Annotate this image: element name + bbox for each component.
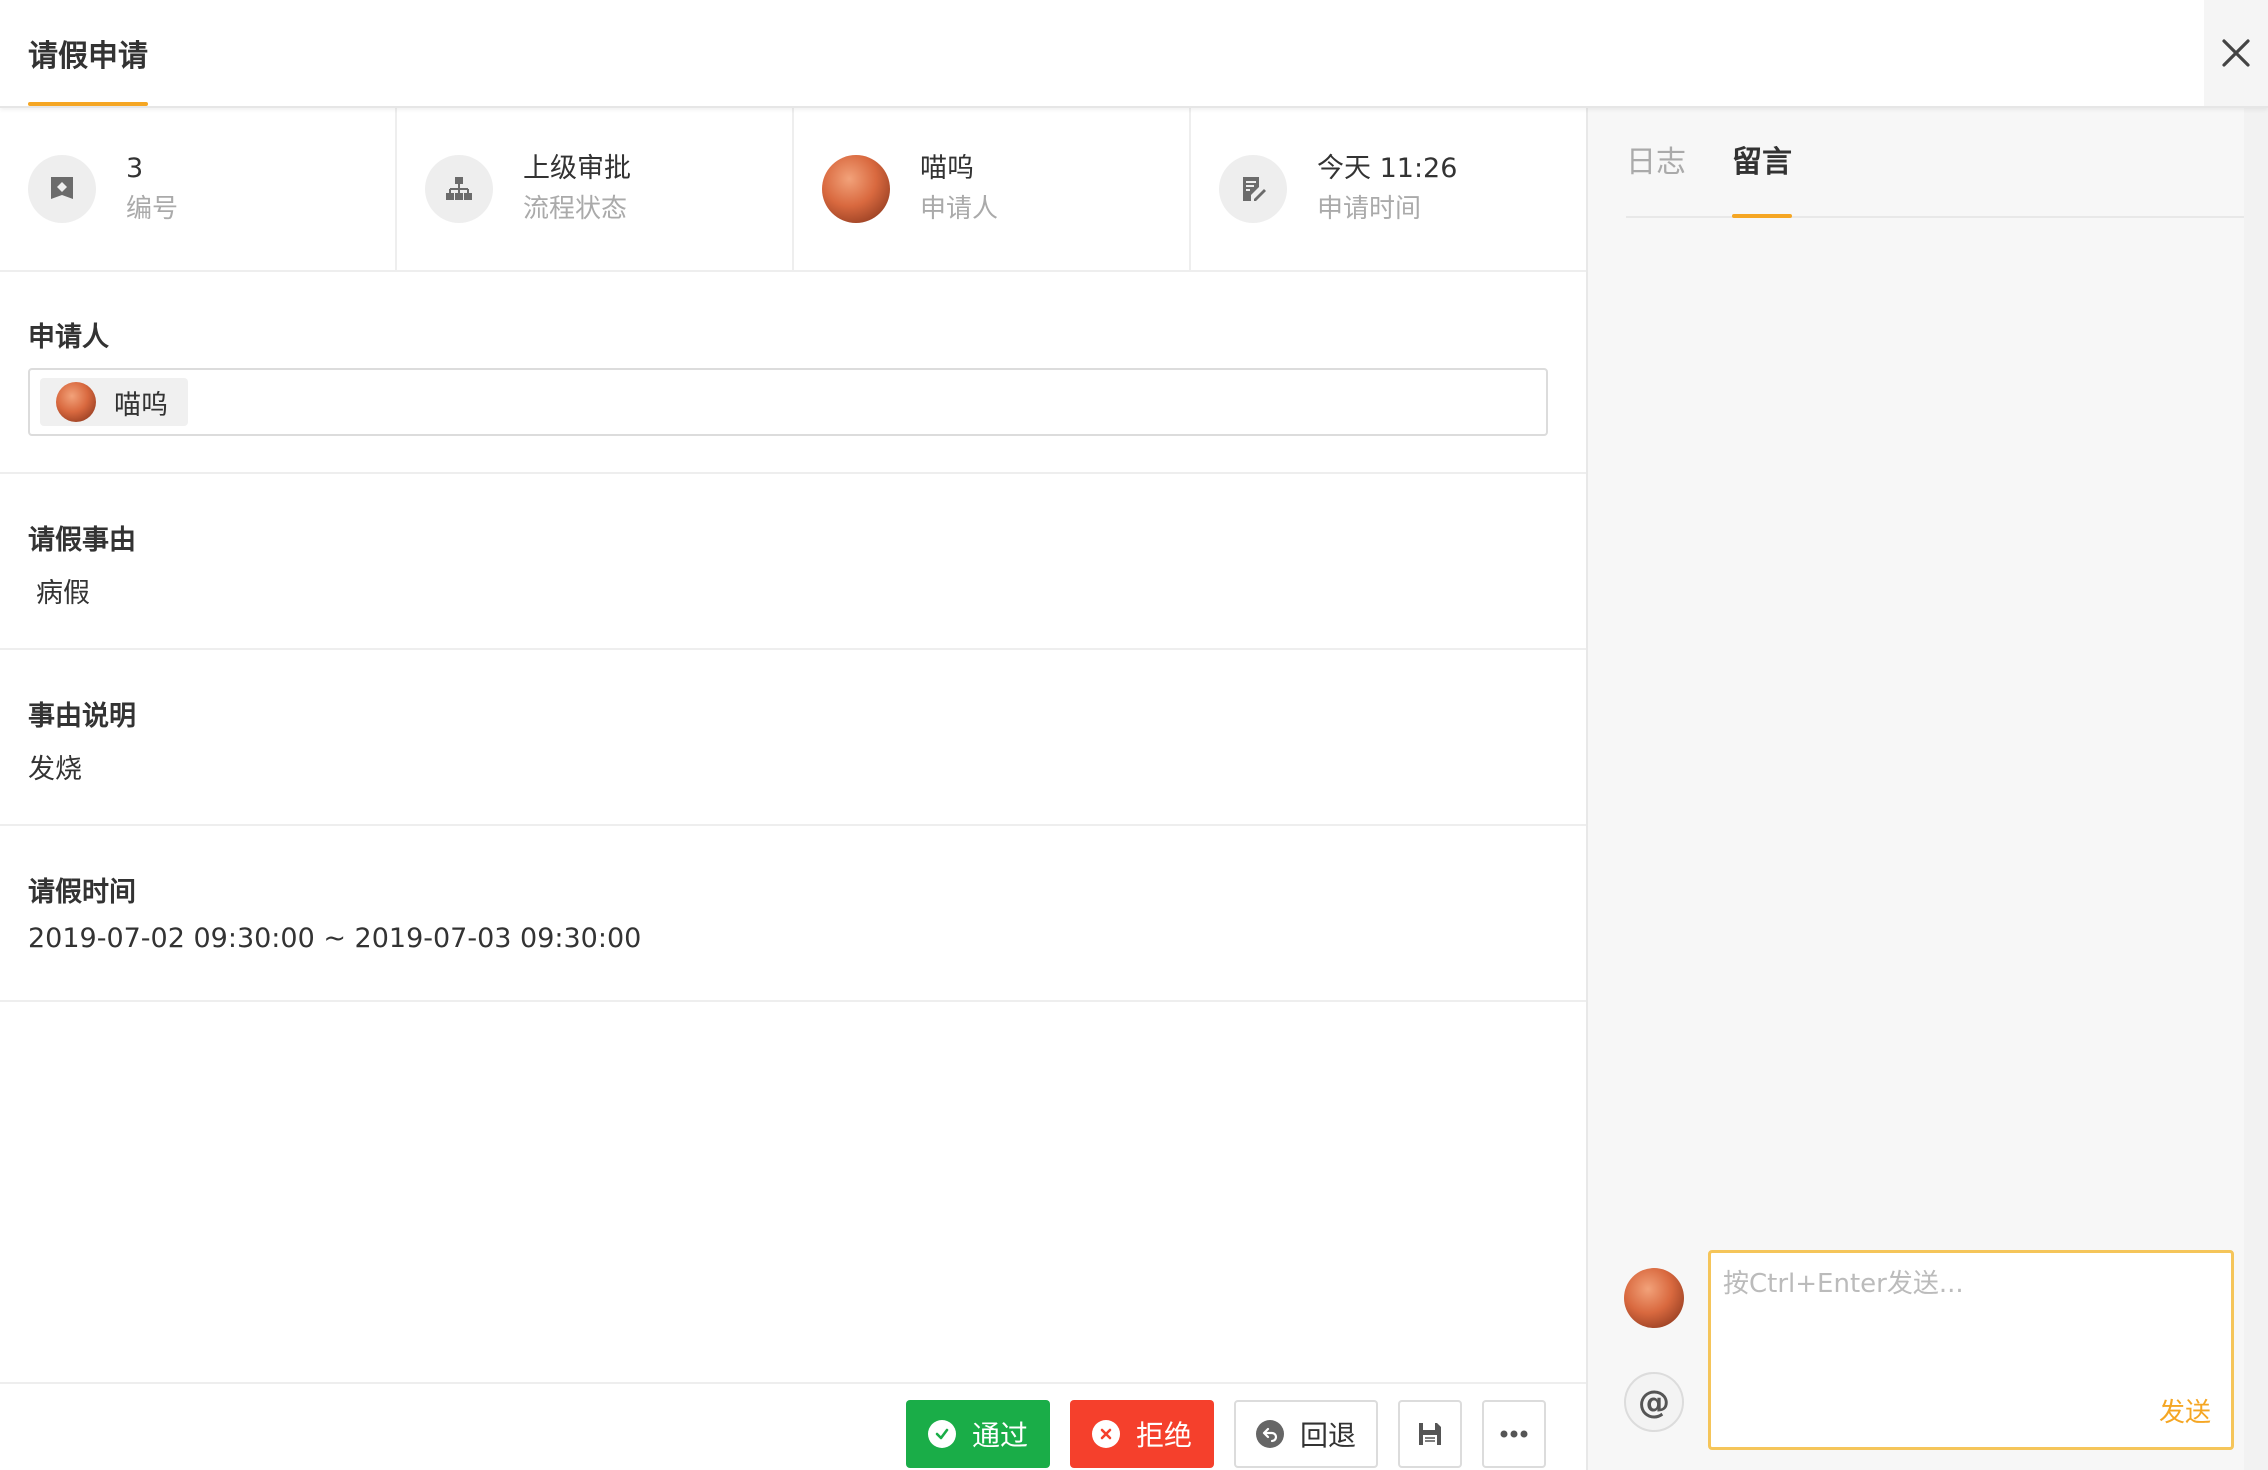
undo-icon bbox=[1255, 1420, 1284, 1448]
approve-button-label: 通过 bbox=[971, 1419, 1028, 1452]
summary-time-value: 今天 11:26 bbox=[1317, 153, 1458, 184]
close-button[interactable] bbox=[2204, 0, 2268, 106]
field-leave-time: 请假时间 2019-07-02 09:30:00 ~ 2019-07-03 09… bbox=[0, 826, 1586, 1002]
rollback-button[interactable]: 回退 bbox=[1234, 1400, 1378, 1468]
action-bar: 通过 拒绝 回退 bbox=[0, 1382, 1586, 1470]
tab-leave-request[interactable]: 请假申请 bbox=[28, 0, 148, 106]
approval-dialog: 请假申请 3 编号 上级审批 流程状态 喵呜 申请人 今天 11:26 申请时间… bbox=[0, 0, 2268, 1470]
tab-leave-request-label: 请假申请 bbox=[28, 39, 148, 74]
check-circle-icon bbox=[927, 1420, 956, 1448]
tab-comments[interactable]: 留言 bbox=[1732, 142, 1792, 218]
reject-button[interactable]: 拒绝 bbox=[1070, 1400, 1214, 1468]
x-circle-icon bbox=[1091, 1420, 1120, 1448]
edit-doc-icon bbox=[1219, 155, 1287, 223]
tab-comments-label: 留言 bbox=[1732, 145, 1792, 180]
active-tab-underline bbox=[1732, 214, 1792, 218]
summary-card-time: 今天 11:26 申请时间 bbox=[1191, 108, 1586, 270]
reason-value: 病假 bbox=[36, 578, 90, 609]
close-icon bbox=[2222, 39, 2250, 67]
summary-status-label: 流程状态 bbox=[523, 194, 628, 224]
leave-time-label: 请假时间 bbox=[28, 877, 136, 908]
summary-card-status: 上级审批 流程状态 bbox=[397, 108, 794, 270]
field-reason: 请假事由 病假 bbox=[0, 474, 1586, 650]
active-tab-underline bbox=[28, 102, 148, 106]
summary-number-value: 3 bbox=[126, 153, 144, 184]
comment-input[interactable] bbox=[1723, 1263, 2203, 1373]
field-applicant: 申请人 喵呜 bbox=[0, 272, 1586, 474]
mention-button[interactable]: @ bbox=[1624, 1372, 1684, 1432]
leave-time-value: 2019-07-02 09:30:00 ~ 2019-07-03 09:30:0… bbox=[28, 923, 642, 954]
summary-card-applicant: 喵呜 申请人 bbox=[794, 108, 1191, 270]
avatar bbox=[56, 382, 96, 422]
dialog-header: 请假申请 bbox=[0, 0, 2268, 108]
form-main: 3 编号 上级审批 流程状态 喵呜 申请人 今天 11:26 申请时间 申请人 … bbox=[0, 108, 1586, 1470]
save-icon bbox=[1419, 1423, 1441, 1445]
save-button[interactable] bbox=[1398, 1400, 1462, 1468]
scrollbar[interactable] bbox=[2244, 108, 2268, 1470]
field-description: 事由说明 发烧 bbox=[0, 650, 1586, 826]
tag-icon bbox=[28, 155, 96, 223]
summary-applicant-value: 喵呜 bbox=[920, 153, 974, 184]
reason-label: 请假事由 bbox=[28, 525, 136, 556]
summary-status-value: 上级审批 bbox=[523, 153, 631, 184]
avatar bbox=[1624, 1268, 1684, 1328]
org-chart-icon bbox=[425, 155, 493, 223]
reject-button-label: 拒绝 bbox=[1135, 1419, 1192, 1452]
rollback-button-label: 回退 bbox=[1299, 1419, 1356, 1452]
summary-bar: 3 编号 上级审批 流程状态 喵呜 申请人 今天 11:26 申请时间 bbox=[0, 108, 1586, 272]
summary-card-number: 3 编号 bbox=[0, 108, 397, 270]
approve-button[interactable]: 通过 bbox=[906, 1400, 1050, 1468]
more-icon bbox=[1500, 1430, 1528, 1438]
description-label: 事由说明 bbox=[28, 701, 136, 732]
more-button[interactable] bbox=[1482, 1400, 1546, 1468]
summary-time-label: 申请时间 bbox=[1317, 194, 1422, 224]
avatar bbox=[822, 155, 890, 223]
applicant-label: 申请人 bbox=[28, 322, 109, 353]
comment-box: 发送 bbox=[1708, 1250, 2234, 1450]
send-button[interactable]: 发送 bbox=[2159, 1392, 2211, 1429]
tab-log[interactable]: 日志 bbox=[1626, 142, 1686, 184]
side-panel: 日志 留言 @ 发送 bbox=[1586, 108, 2268, 1470]
summary-number-label: 编号 bbox=[126, 194, 179, 224]
summary-applicant-label: 申请人 bbox=[920, 194, 999, 224]
user-chip-name: 喵呜 bbox=[114, 389, 168, 421]
description-value: 发烧 bbox=[28, 754, 82, 785]
applicant-user-field[interactable]: 喵呜 bbox=[28, 368, 1548, 436]
side-tabs: 日志 留言 bbox=[1626, 108, 2250, 218]
user-chip[interactable]: 喵呜 bbox=[40, 378, 188, 426]
